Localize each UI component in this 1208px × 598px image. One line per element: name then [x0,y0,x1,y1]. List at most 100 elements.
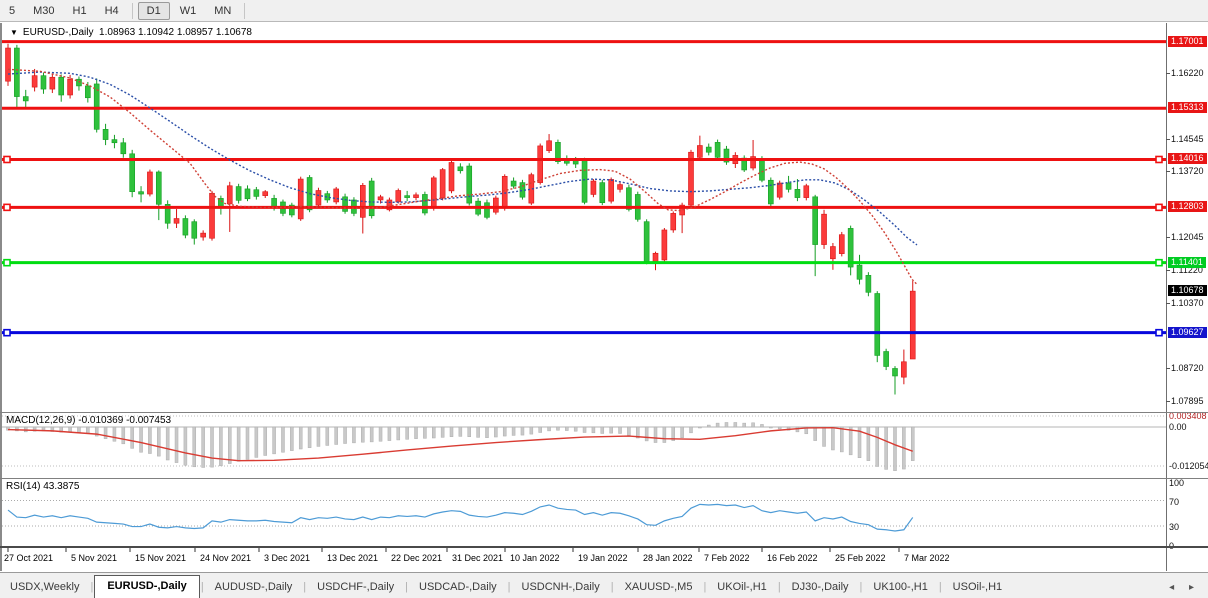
candle[interactable] [254,190,259,197]
candle[interactable] [591,181,596,194]
timeframe-button-d1[interactable]: D1 [138,2,170,20]
candle[interactable] [547,141,552,151]
candle[interactable] [23,97,28,101]
timeframe-button-mn[interactable]: MN [206,3,239,19]
candle[interactable] [768,180,773,204]
candle[interactable] [857,265,862,279]
candle[interactable] [875,293,880,355]
candle[interactable] [94,84,99,129]
candle[interactable] [795,189,800,197]
candle[interactable] [866,275,871,292]
timeframe-button-h1[interactable]: H1 [65,3,95,19]
candle[interactable] [884,352,889,367]
candle[interactable] [600,183,605,203]
candle[interactable] [112,140,117,143]
candle[interactable] [41,76,46,89]
candle[interactable] [210,193,215,238]
candle[interactable] [236,187,241,201]
candle[interactable] [618,185,623,190]
candle[interactable] [804,186,809,198]
candle[interactable] [6,48,11,81]
candle[interactable] [653,253,658,261]
timeframe-button-5[interactable]: 5 [1,3,23,19]
tab-dj30-daily[interactable]: DJ30-,Daily [782,577,859,598]
level-handle-icon[interactable] [1156,330,1162,336]
tab-usdcnh-daily[interactable]: USDCNH-,Daily [512,577,610,598]
candle[interactable] [839,235,844,254]
candle[interactable] [183,219,188,236]
candle[interactable] [493,198,498,212]
candle[interactable] [822,214,827,244]
candle[interactable] [50,77,55,89]
candle[interactable] [511,181,516,186]
candle[interactable] [85,86,90,98]
timeframe-button-m30[interactable]: M30 [25,3,62,19]
tab-xauusd-m5[interactable]: XAUUSD-,M5 [615,577,703,598]
candle[interactable] [910,291,915,359]
candle[interactable] [458,167,463,171]
candle[interactable] [440,170,445,198]
candle[interactable] [334,189,339,202]
tab-scroll-arrows-icon[interactable]: ◂ ▸ [1169,582,1208,598]
candle[interactable] [582,161,587,203]
tab-eurusd-daily[interactable]: EURUSD-,Daily [94,575,199,598]
candle[interactable] [227,186,232,204]
candle[interactable] [697,146,702,158]
candle[interactable] [14,48,19,97]
candle[interactable] [759,159,764,180]
candle[interactable] [245,189,250,199]
candle[interactable] [156,172,161,204]
candle[interactable] [121,143,126,154]
candle[interactable] [103,129,108,139]
candle[interactable] [316,190,321,205]
candle[interactable] [76,79,81,86]
candle[interactable] [139,192,144,194]
date-axis[interactable]: 27 Oct 20215 Nov 202115 Nov 202124 Nov 2… [0,553,1208,571]
candle[interactable] [901,362,906,377]
candle[interactable] [263,192,268,196]
candle[interactable] [147,172,152,194]
timeframe-button-w1[interactable]: W1 [172,3,205,19]
candle[interactable] [830,247,835,259]
candle[interactable] [431,178,436,208]
candle[interactable] [32,76,37,87]
candle[interactable] [59,77,64,95]
tab-audusd-daily[interactable]: AUDUSD-,Daily [205,577,303,598]
candle[interactable] [715,142,720,157]
candle[interactable] [449,162,454,190]
tab-usdx-weekly[interactable]: USDX,Weekly [0,577,89,598]
tab-ukoil-h1[interactable]: UKOil-,H1 [707,577,777,598]
candle[interactable] [706,147,711,152]
candle[interactable] [609,179,614,201]
candle[interactable] [68,79,73,95]
candle[interactable] [414,195,419,198]
timeframe-button-h4[interactable]: H4 [97,3,127,19]
tab-usoil-h1[interactable]: USOil-,H1 [943,577,1013,598]
candle[interactable] [378,197,383,200]
level-handle-icon[interactable] [1156,156,1162,162]
candle[interactable] [813,197,818,245]
tab-usdchf-daily[interactable]: USDCHF-,Daily [307,577,404,598]
level-handle-icon[interactable] [4,260,10,266]
candle[interactable] [662,230,667,260]
candle[interactable] [201,233,206,237]
dropdown-icon[interactable]: ▼ [10,28,18,37]
candle[interactable] [192,222,197,239]
candle[interactable] [538,146,543,183]
level-handle-icon[interactable] [4,204,10,210]
chart-plot[interactable] [0,23,1166,571]
candle[interactable] [422,194,427,213]
pane-separator-rsi[interactable] [0,478,1208,479]
level-handle-icon[interactable] [1156,204,1162,210]
tab-usdcad-daily[interactable]: USDCAD-,Daily [409,577,507,598]
level-handle-icon[interactable] [4,330,10,336]
candle[interactable] [298,179,303,219]
candle[interactable] [174,219,179,224]
candle[interactable] [786,183,791,189]
level-handle-icon[interactable] [1156,260,1162,266]
candle[interactable] [644,222,649,262]
candle[interactable] [893,368,898,375]
candle[interactable] [502,176,507,208]
candle[interactable] [777,183,782,197]
pane-separator-macd[interactable] [0,412,1208,413]
